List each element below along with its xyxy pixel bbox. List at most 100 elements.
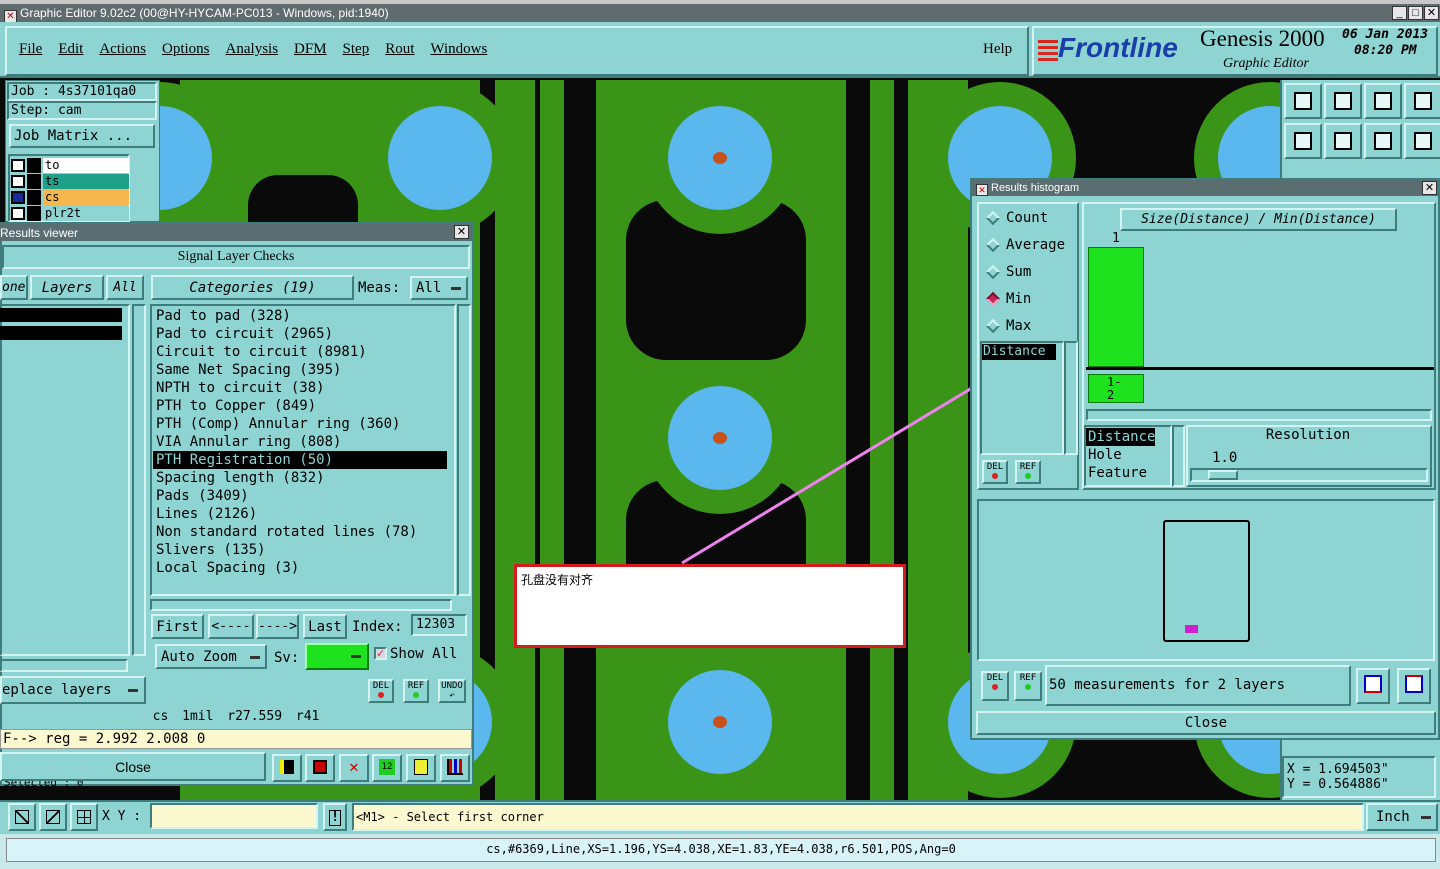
job-matrix-button[interactable]: Job Matrix ... [9, 124, 155, 148]
tab-all-layers[interactable]: All [106, 275, 144, 300]
category-item[interactable]: PTH to Copper (849) [153, 397, 447, 415]
info-button[interactable]: ! [323, 803, 347, 831]
results-layer-item[interactable] [0, 308, 122, 322]
results-icon-2[interactable] [305, 754, 335, 782]
mode-average[interactable]: Average [980, 231, 1065, 258]
toolbar-button-1[interactable] [1284, 83, 1322, 119]
results-histogram-title[interactable]: ✕ Results histogram [972, 180, 1438, 196]
param-hole[interactable]: Hole [1086, 446, 1155, 464]
menu-help[interactable]: Help [983, 41, 1012, 58]
results-icon-1[interactable] [272, 754, 302, 782]
results-icon-4[interactable]: 12 [372, 754, 402, 782]
histogram-hscrollbar[interactable] [1086, 409, 1432, 421]
mode-count[interactable]: Count [980, 204, 1065, 231]
category-item[interactable]: Pads (3409) [153, 487, 447, 505]
mode-min[interactable]: Min [980, 285, 1065, 312]
category-item[interactable]: Lines (2126) [153, 505, 447, 523]
replace-layers-dropdown[interactable]: eplace layers [0, 676, 146, 704]
xy-input[interactable] [150, 803, 318, 829]
category-item[interactable]: Spacing length (832) [153, 469, 447, 487]
menu-analysis[interactable]: Analysis [226, 41, 279, 58]
del-button[interactable]: DEL [368, 679, 394, 703]
categories-scrollbar[interactable] [457, 304, 471, 596]
layer-list-hscrollbar[interactable] [0, 659, 128, 672]
menu-edit[interactable]: Edit [58, 41, 83, 58]
category-item-selected[interactable]: PTH Registration (50) [153, 451, 447, 469]
categories-hscrollbar[interactable] [150, 599, 452, 611]
histogram-close-icon[interactable]: ✕ [1422, 181, 1437, 195]
layer-row[interactable]: cs [11, 190, 129, 205]
next-button[interactable]: ----> [256, 614, 299, 639]
results-icon-5[interactable] [406, 754, 436, 782]
units-dropdown[interactable]: Inch [1366, 803, 1438, 831]
results-viewer-close-icon[interactable]: ✕ [454, 225, 469, 239]
meas-dropdown[interactable]: All [410, 276, 468, 300]
category-item[interactable]: Same Net Spacing (395) [153, 361, 447, 379]
menu-dfm[interactable]: DFM [294, 41, 327, 58]
category-item[interactable]: Pad to circuit (2965) [153, 325, 447, 343]
results-layer-item[interactable] [0, 326, 122, 340]
menu-actions[interactable]: Actions [99, 41, 146, 58]
first-button[interactable]: First [151, 614, 204, 639]
layer-row[interactable]: ts [11, 174, 129, 189]
category-item[interactable]: Circuit to circuit (8981) [153, 343, 447, 361]
results-viewer-title[interactable]: Results viewer [0, 224, 472, 241]
toolbar-button-6[interactable] [1324, 123, 1362, 159]
category-item[interactable]: NPTH to circuit (38) [153, 379, 447, 397]
histogram-ref-button[interactable]: REF [1015, 460, 1041, 484]
mode-max[interactable]: Max [980, 312, 1065, 339]
resolution-slider-thumb[interactable] [1208, 470, 1238, 480]
category-item[interactable]: Local Spacing (3) [153, 559, 447, 577]
category-item[interactable]: VIA Annular ring (808) [153, 433, 447, 451]
menu-options[interactable]: Options [162, 41, 210, 58]
layer-list-scrollbar[interactable] [132, 304, 146, 656]
undo-button[interactable]: UNDO ↶ [438, 679, 466, 703]
mini-map[interactable]: M1 [1163, 520, 1250, 642]
histogram-del-button-2[interactable]: DEL [981, 671, 1009, 701]
histogram-del-button[interactable]: DEL [982, 460, 1008, 484]
histogram-export-button-1[interactable] [1356, 668, 1390, 704]
histogram-close-button[interactable]: Close [976, 711, 1436, 735]
last-button[interactable]: Last [303, 614, 347, 639]
layer-row[interactable]: to [11, 158, 129, 173]
measure-item-distance[interactable]: Distance [982, 344, 1056, 360]
toolbar-button-4[interactable] [1404, 83, 1440, 119]
results-icon-6[interactable] [440, 754, 470, 782]
toolbar-button-3[interactable] [1364, 83, 1402, 119]
tab-one[interactable]: one [0, 275, 28, 300]
menu-step[interactable]: Step [343, 41, 370, 58]
measure-tool-button[interactable] [39, 803, 67, 831]
ref-button[interactable]: REF [403, 679, 429, 703]
toolbar-button-5[interactable] [1284, 123, 1322, 159]
category-item[interactable]: Pad to pad (328) [153, 307, 447, 325]
histogram-range-label-box[interactable]: 1- 2 [1088, 374, 1144, 403]
results-icon-3[interactable]: ✕ [339, 754, 369, 782]
results-viewer-close-button[interactable]: Close [0, 752, 266, 781]
menu-windows[interactable]: Windows [430, 41, 487, 58]
category-item[interactable]: PTH (Comp) Annular ring (360) [153, 415, 447, 433]
toolbar-button-7[interactable] [1364, 123, 1402, 159]
previous-button[interactable]: <---- [208, 614, 254, 639]
menu-rout[interactable]: Rout [385, 41, 414, 58]
show-all-checkbox[interactable]: ✓ [374, 647, 387, 660]
param-feature[interactable]: Feature [1086, 464, 1155, 482]
histogram-bar[interactable] [1088, 247, 1144, 367]
grid-tool-button[interactable] [70, 803, 98, 831]
maximize-button[interactable]: □ [1408, 6, 1423, 20]
tab-layers[interactable]: Layers [30, 275, 104, 300]
tab-categories[interactable]: Categories (19) [151, 275, 354, 300]
category-item[interactable]: Non standard rotated lines (78) [153, 523, 447, 541]
toolbar-button-2[interactable] [1324, 83, 1362, 119]
menu-file[interactable]: File [19, 41, 42, 58]
mode-sum[interactable]: Sum [980, 258, 1065, 285]
auto-zoom-dropdown[interactable]: Auto Zoom [155, 644, 267, 669]
toolbar-button-8[interactable] [1404, 123, 1440, 159]
measure-list-scrollbar[interactable] [1064, 341, 1078, 455]
histogram-export-button-2[interactable] [1397, 668, 1431, 704]
param-distance[interactable]: Distance [1086, 428, 1156, 446]
minimize-button[interactable]: _ [1392, 6, 1407, 20]
index-input[interactable]: 12303 [411, 614, 467, 636]
window-title-bar[interactable]: ✕ Graphic Editor 9.02c2 (00@HY-HYCAM-PC01… [0, 4, 1440, 22]
snap-tool-button[interactable] [8, 803, 36, 831]
sv-color-dropdown[interactable] [305, 643, 369, 670]
